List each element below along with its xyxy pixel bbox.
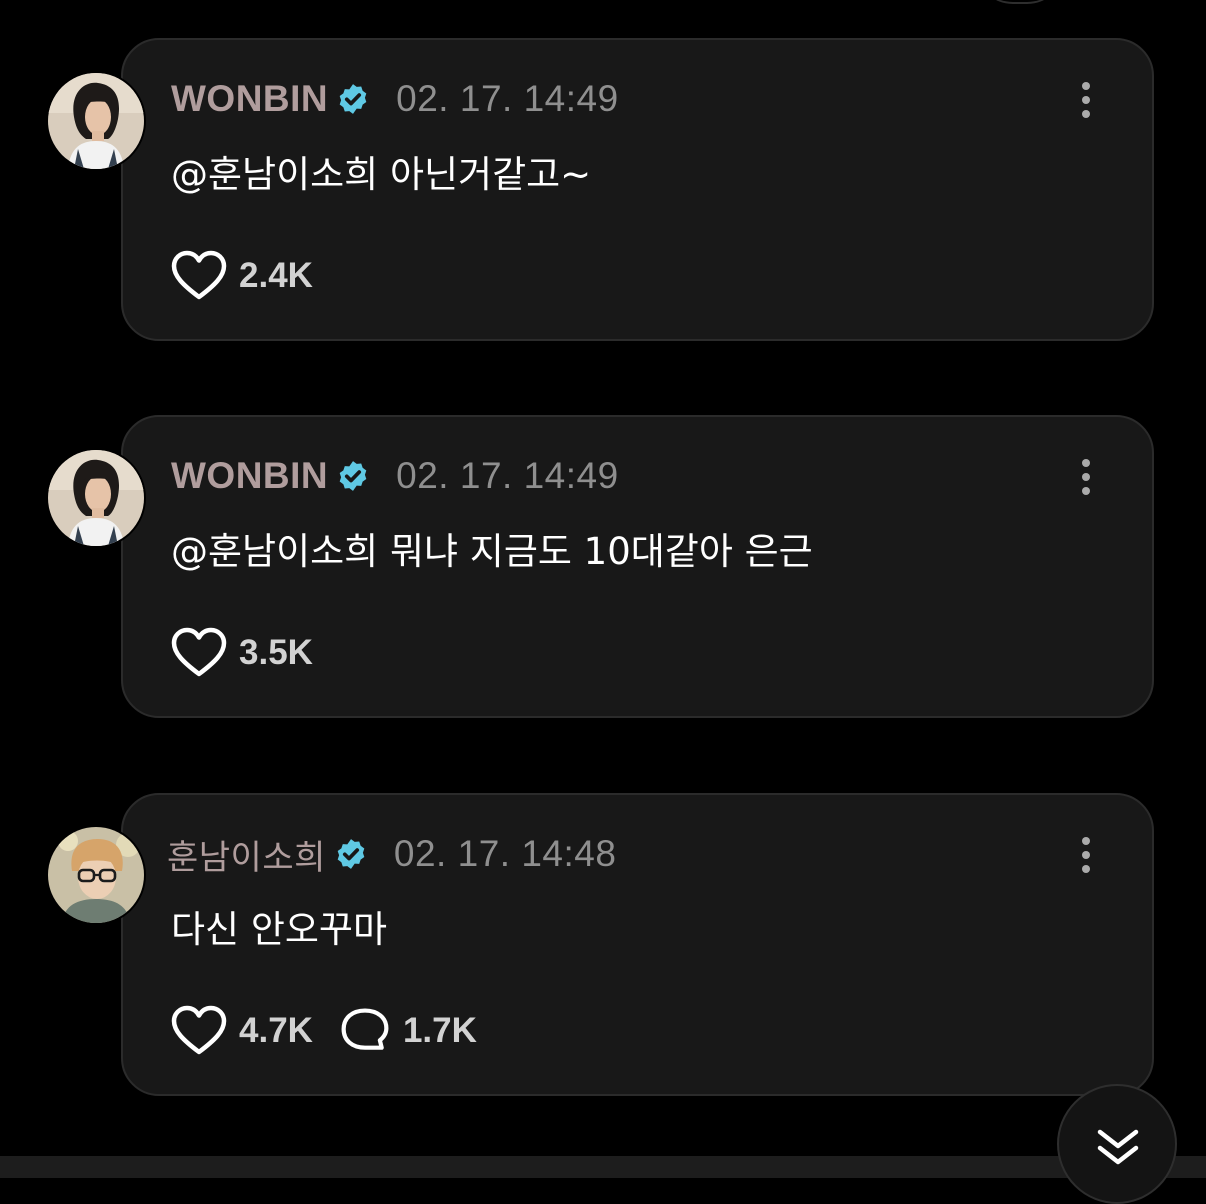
heart-icon <box>171 627 227 677</box>
avatar[interactable] <box>48 450 144 546</box>
reply-count: 1.7K <box>402 1011 477 1050</box>
verified-badge-icon <box>337 839 365 869</box>
like-button[interactable]: 2.4K <box>171 250 313 302</box>
author-name[interactable]: WONBIN <box>171 78 328 120</box>
more-vertical-icon[interactable] <box>1074 457 1098 497</box>
heart-icon <box>171 250 227 300</box>
comment-actions: 2.4K <box>171 250 339 302</box>
more-vertical-icon[interactable] <box>1074 835 1098 875</box>
comment-actions: 3.5K <box>171 627 339 679</box>
comment-card: WONBIN 02. 17. 14:49 @훈남이소희 뭐냐 지금도 10대같아… <box>121 415 1154 718</box>
comment-timestamp: 02. 17. 14:48 <box>393 833 617 874</box>
comment-header: WONBIN 02. 17. 14:49 <box>171 451 1092 501</box>
avatar[interactable] <box>48 73 144 169</box>
like-count: 4.7K <box>239 1011 313 1050</box>
comment-bubble-icon <box>341 1008 389 1050</box>
comment-header: WONBIN 02. 17. 14:49 <box>171 74 1092 124</box>
profile-photo-icon <box>48 73 144 169</box>
avatar[interactable] <box>48 827 144 923</box>
verified-badge-icon <box>339 84 367 114</box>
verified-badge-icon <box>339 461 367 491</box>
comment-header: 훈남이소희 02. 17. 14:48 <box>167 829 1092 879</box>
like-button[interactable]: 3.5K <box>171 627 313 679</box>
like-count: 3.5K <box>239 633 313 672</box>
comment-timestamp: 02. 17. 14:49 <box>396 455 619 496</box>
comment-text: 다신 안오꾸마 <box>171 908 388 951</box>
profile-photo-icon <box>48 450 144 546</box>
heart-icon <box>171 1005 227 1055</box>
like-count: 2.4K <box>239 256 313 295</box>
comment-timestamp: 02. 17. 14:49 <box>396 78 619 119</box>
more-vertical-icon[interactable] <box>1074 80 1098 120</box>
comment-card: 훈남이소희 02. 17. 14:48 다신 안오꾸마 4.7K 1.7K <box>121 793 1154 1096</box>
bottom-bar <box>0 1156 1206 1178</box>
comment-card: WONBIN 02. 17. 14:49 @훈남이소희 아닌거같고~ 2.4K <box>121 38 1154 341</box>
comment-actions: 4.7K 1.7K <box>171 1005 503 1057</box>
author-name[interactable]: WONBIN <box>171 455 328 497</box>
reply-button[interactable]: 1.7K <box>339 1005 477 1057</box>
profile-photo-icon <box>48 827 144 923</box>
chevron-double-down-icon <box>1097 1129 1139 1165</box>
scroll-down-button[interactable] <box>1057 1084 1177 1204</box>
comment-text: @훈남이소희 뭐냐 지금도 10대같아 은근 <box>171 530 813 573</box>
author-name[interactable]: 훈남이소희 <box>167 830 326 879</box>
comment-text: @훈남이소희 아닌거같고~ <box>171 153 592 196</box>
top-overlay-edge <box>975 0 1065 4</box>
like-button[interactable]: 4.7K <box>171 1005 313 1057</box>
